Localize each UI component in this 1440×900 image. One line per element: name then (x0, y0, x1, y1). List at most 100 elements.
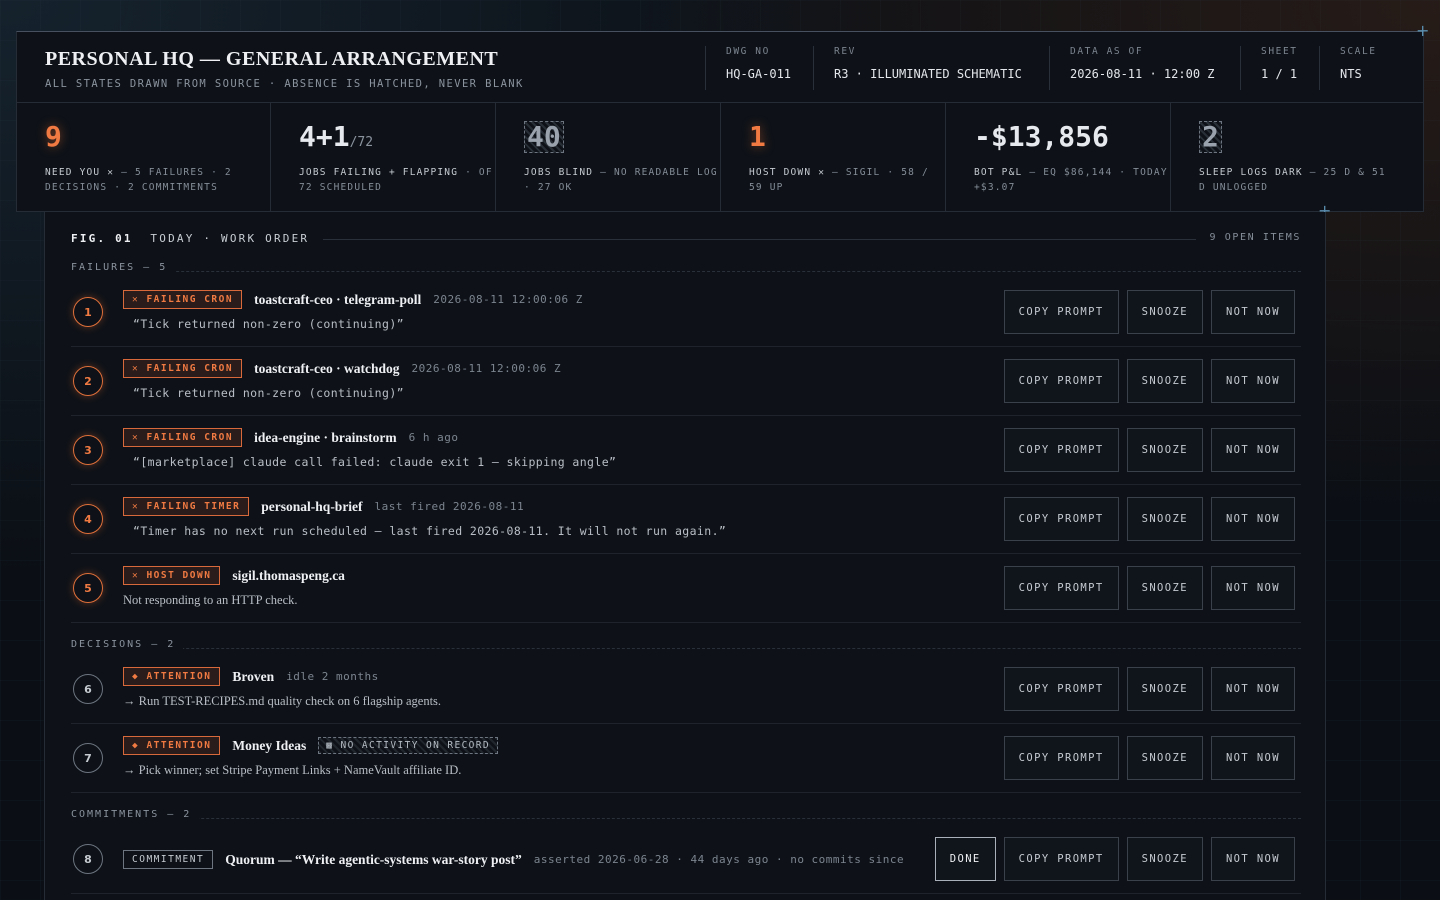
kpi-sleep-logs[interactable]: 2 SLEEP LOGS DARK — 25 D & 51 D UNLOGGED (1171, 103, 1425, 212)
item-title: Quorum — “Write agentic-systems war-stor… (225, 851, 522, 867)
item-number: 8 (73, 844, 103, 874)
copy-prompt-button[interactable]: COPY PROMPT (1003, 667, 1119, 711)
item-meta: 2026-08-11 12:00:06 Z (411, 362, 562, 375)
copy-prompt-button[interactable]: COPY PROMPT (1003, 736, 1119, 780)
item-title: Money Ideas (232, 737, 307, 753)
status-badge: COMMITMENT (123, 850, 214, 869)
meta-sheet: SHEET 1 / 1 (1240, 46, 1298, 90)
snooze-button[interactable]: SNOOZE (1126, 736, 1203, 780)
meta-value: 2026-08-11 · 12:00 Z (1070, 67, 1215, 81)
item-title: personal-hq-brief (261, 498, 363, 514)
not-now-button[interactable]: NOT NOW (1210, 736, 1295, 780)
meta-scale: SCALE NTS (1319, 46, 1377, 90)
meta-value: 1 / 1 (1261, 67, 1298, 81)
snooze-button[interactable]: SNOOZE (1126, 566, 1203, 610)
kpi-desc: JOBS FAILING + FLAPPING · OF 72 SCHEDULE… (299, 167, 493, 193)
kpi-strip: 9 NEED YOU ✕ — 5 FAILURES · 2 DECISIONS … (17, 103, 1423, 212)
item-meta: 6 h ago (408, 431, 459, 444)
page-title: PERSONAL HQ — GENERAL ARRANGEMENT (45, 48, 499, 70)
snooze-button[interactable]: SNOOZE (1126, 497, 1203, 541)
item-detail: “Timer has no next run scheduled — last … (133, 524, 727, 538)
copy-prompt-button[interactable]: COPY PROMPT (1003, 497, 1119, 541)
status-badge: ✕ FAILING CRON (123, 359, 243, 378)
kpi-need-you[interactable]: 9 NEED YOU ✕ — 5 FAILURES · 2 DECISIONS … (17, 103, 271, 212)
snooze-button[interactable]: SNOOZE (1126, 667, 1203, 711)
item-number: 5 (73, 573, 103, 603)
page-subtitle: ALL STATES DRAWN FROM SOURCE · ABSENCE I… (45, 78, 524, 90)
item-title: toastcraft-ceo · watchdog (254, 360, 400, 376)
item-title: toastcraft-ceo · telegram-poll (254, 291, 422, 307)
item-title: idea-engine · brainstorm (254, 429, 397, 445)
section-commitments: COMMITMENTS — 2 (71, 809, 1301, 823)
kpi-value: 40 (524, 119, 720, 155)
figure-heading: FIG. 01 TODAY · WORK ORDER 9 OPEN ITEMS (71, 232, 1301, 246)
meta-label: REV (834, 46, 856, 57)
meta-label: SCALE (1340, 46, 1377, 57)
item-meta: asserted 2026-06-28 · 44 days ago · no c… (533, 853, 905, 866)
list-item: 6 ◆ ATTENTION Broven idle 2 months → Run… (71, 655, 1301, 724)
meta-label: DATA AS OF (1070, 46, 1144, 57)
done-button[interactable]: DONE (934, 837, 996, 881)
snooze-button[interactable]: SNOOZE (1126, 428, 1203, 472)
kpi-desc: BOT P&L — EQ $86,144 · TODAY +$3.07 (974, 167, 1168, 193)
copy-prompt-button[interactable]: COPY PROMPT (1003, 359, 1119, 403)
not-now-button[interactable]: NOT NOW (1210, 667, 1295, 711)
item-number: 3 (73, 435, 103, 465)
item-detail: → Pick winner; set Stripe Payment Links … (123, 763, 462, 777)
status-badge: ◆ ATTENTION (123, 736, 221, 755)
figure-label: FIG. 01 TODAY · WORK ORDER (71, 232, 324, 245)
status-badge: ✕ FAILING TIMER (123, 497, 250, 516)
crosshair-icon: + (1416, 21, 1430, 40)
work-order-panel: FIG. 01 TODAY · WORK ORDER 9 OPEN ITEMS … (44, 212, 1326, 900)
kpi-bot-pnl[interactable]: -$13,856 BOT P&L — EQ $86,144 · TODAY +$… (946, 103, 1171, 212)
item-title: Broven (232, 668, 275, 684)
status-badge: ◆ ATTENTION (123, 667, 221, 686)
not-now-button[interactable]: NOT NOW (1210, 497, 1295, 541)
item-number: 7 (73, 743, 103, 773)
not-now-button[interactable]: NOT NOW (1210, 290, 1295, 334)
kpi-jobs-blind[interactable]: 40 JOBS BLIND — NO READABLE LOG · 27 OK (496, 103, 721, 212)
kpi-jobs-failing[interactable]: 4+1/72 JOBS FAILING + FLAPPING · OF 72 S… (271, 103, 496, 212)
snooze-button[interactable]: SNOOZE (1126, 290, 1203, 334)
list-item: 4 ✕ FAILING TIMER personal-hq-brief last… (71, 485, 1301, 554)
kpi-value: -$13,856 (974, 120, 1109, 153)
list-item: 2 ✕ FAILING CRON toastcraft-ceo · watchd… (71, 347, 1301, 416)
not-now-button[interactable]: NOT NOW (1210, 837, 1295, 881)
meta-label: DWG NO (726, 46, 770, 57)
item-detail: → Run TEST-RECIPES.md quality check on 6… (123, 694, 442, 708)
item-detail: “Tick returned non-zero (continuing)” (133, 386, 404, 400)
not-now-button[interactable]: NOT NOW (1210, 359, 1295, 403)
item-meta: last fired 2026-08-11 (374, 500, 525, 513)
status-badge: ✕ HOST DOWN (123, 566, 221, 585)
meta-dwg-no: DWG NO HQ-GA-011 (705, 46, 791, 90)
meta-value: R3 · ILLUMINATED SCHEMATIC (834, 67, 1022, 81)
kpi-desc: NEED YOU ✕ — 5 FAILURES · 2 DECISIONS · … (45, 167, 232, 193)
item-detail: Not responding to an HTTP check. (123, 593, 298, 607)
copy-prompt-button[interactable]: COPY PROMPT (1003, 837, 1119, 881)
snooze-button[interactable]: SNOOZE (1126, 359, 1203, 403)
list-item: 8 COMMITMENT Quorum — “Write agentic-sys… (71, 825, 1301, 894)
status-badge: ✕ FAILING CRON (123, 290, 243, 309)
list-item: 5 ✕ HOST DOWN sigil.thomaspeng.ca Not re… (71, 554, 1301, 623)
item-meta: 2026-08-11 12:00:06 Z (433, 293, 583, 306)
meta-label: SHEET (1261, 46, 1298, 57)
item-number: 1 (73, 297, 103, 327)
snooze-button[interactable]: SNOOZE (1126, 837, 1203, 881)
meta-value: HQ-GA-011 (726, 67, 792, 81)
kpi-value: 9 (45, 120, 62, 153)
kpi-value: 2 (1199, 119, 1425, 155)
item-title: sigil.thomaspeng.ca (232, 567, 345, 583)
list-item: 7 ◆ ATTENTION Money Ideas ▩ NO ACTIVITY … (71, 724, 1301, 793)
copy-prompt-button[interactable]: COPY PROMPT (1003, 290, 1119, 334)
meta-data-as-of: DATA AS OF 2026-08-11 · 12:00 Z (1049, 46, 1215, 90)
section-failures: FAILURES — 5 (71, 262, 1301, 276)
not-now-button[interactable]: NOT NOW (1210, 566, 1295, 610)
copy-prompt-button[interactable]: COPY PROMPT (1003, 428, 1119, 472)
kpi-desc: HOST DOWN ✕ — SIGIL · 58 / 59 UP (749, 167, 929, 193)
copy-prompt-button[interactable]: COPY PROMPT (1003, 566, 1119, 610)
section-decisions: DECISIONS — 2 (71, 639, 1301, 653)
kpi-host-down[interactable]: 1 HOST DOWN ✕ — SIGIL · 58 / 59 UP (721, 103, 946, 212)
no-activity-badge: ▩ NO ACTIVITY ON RECORD (318, 737, 499, 754)
not-now-button[interactable]: NOT NOW (1210, 428, 1295, 472)
item-detail: “[marketplace] claude call failed: claud… (133, 455, 617, 469)
